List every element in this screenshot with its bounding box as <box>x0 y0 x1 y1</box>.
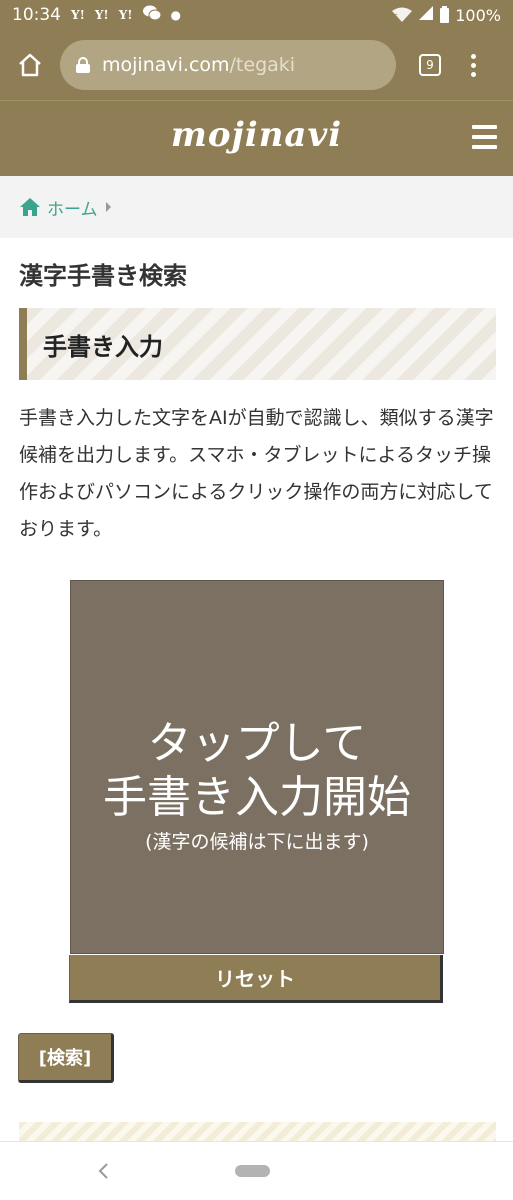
back-icon[interactable] <box>96 1162 110 1180</box>
page-title: 漢字手書き検索 <box>19 262 187 290</box>
handwriting-canvas[interactable]: タップして 手書き入力開始 (漢字の候補は下に出ます) <box>70 580 444 954</box>
canvas-prompt-line2: 手書き入力開始 <box>103 772 411 823</box>
reset-button[interactable]: リセット <box>69 955 443 1003</box>
section-divider <box>19 1122 496 1142</box>
breadcrumb-home-link[interactable]: ホーム <box>47 195 98 220</box>
browser-menu-button[interactable] <box>468 53 478 77</box>
hamburger-bar <box>472 125 497 129</box>
site-logo[interactable]: mojinavi <box>0 115 513 155</box>
canvas-hint: (漢字の候補は下に出ます) <box>145 831 369 853</box>
tab-switcher-button[interactable]: 9 <box>419 54 441 76</box>
hamburger-bar <box>472 135 497 139</box>
menu-dot <box>470 53 476 59</box>
breadcrumb: ホーム <box>0 176 513 238</box>
status-bar: 10:34 Y! Y! Y! ● 5 100% <box>0 0 513 30</box>
yahoo-notification-icon: Y! <box>94 8 109 22</box>
yahoo-notification-icon: Y! <box>71 8 85 22</box>
url-domain: mojinavi.com <box>102 54 230 76</box>
signal-label: 5 <box>393 13 399 22</box>
chat-notification-icon <box>142 5 162 25</box>
hamburger-menu-button[interactable] <box>472 125 497 149</box>
home-gesture-pill[interactable] <box>235 1165 270 1177</box>
system-nav-bar <box>0 1141 513 1200</box>
menu-dot <box>470 62 476 68</box>
section-heading: 手書き入力 <box>19 308 496 380</box>
lock-icon <box>76 57 90 73</box>
hamburger-bar <box>472 145 497 149</box>
site-header: mojinavi <box>0 100 513 176</box>
yahoo-notification-icon: Y! <box>118 8 133 22</box>
battery-percent: 100% <box>455 5 501 25</box>
home-icon[interactable] <box>19 197 41 217</box>
battery-icon <box>440 5 450 23</box>
wifi-icon: 5 <box>392 7 413 23</box>
url-path: /tegaki <box>229 54 296 76</box>
url-bar[interactable]: mojinavi.com/tegaki <box>60 40 396 90</box>
status-time: 10:34 <box>12 5 61 25</box>
description-text: 手書き入力した文字をAIが自動で認識し、類似する漢字候補を出力します。スマホ・タ… <box>19 407 494 540</box>
browser-home-button[interactable] <box>0 30 60 100</box>
browser-toolbar: mojinavi.com/tegaki 9 <box>0 30 513 100</box>
chevron-right-icon <box>105 202 111 212</box>
home-icon <box>19 53 41 77</box>
dot-icon: ● <box>170 8 182 22</box>
search-button[interactable]: [検索] <box>18 1033 114 1083</box>
cell-signal-icon <box>418 5 434 25</box>
menu-dot <box>470 71 476 77</box>
